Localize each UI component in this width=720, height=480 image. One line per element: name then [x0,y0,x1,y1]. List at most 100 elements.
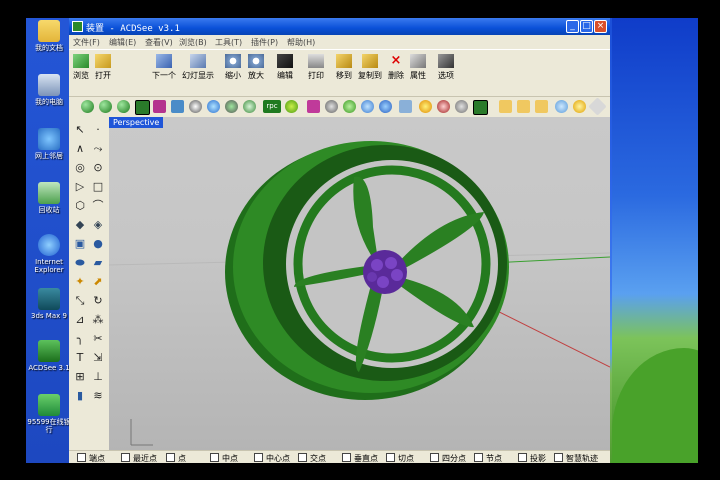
snap-checkbox[interactable] [342,453,351,462]
snap-checkbox[interactable] [518,453,527,462]
mesh-tool-icon[interactable] [455,100,468,113]
tag-tool-icon[interactable] [499,100,512,113]
desktop-icon-acdsee[interactable]: ACDSee 3.1 [26,340,72,372]
browse-button[interactable]: 浏览 [72,54,90,90]
arc-icon[interactable]: ⌒ [91,199,105,213]
snap-checkbox[interactable] [474,453,483,462]
snap-checkbox[interactable] [554,453,563,462]
copy-button[interactable]: 复制到 [357,54,383,90]
camera-tool-icon[interactable] [171,100,184,113]
snap-checkbox[interactable] [121,453,130,462]
solid-icon[interactable]: ▮ [73,389,87,403]
polygon-icon[interactable]: ⬡ [73,199,87,213]
selected-tool-icon[interactable] [135,100,150,115]
snap-icon[interactable]: ⇲ [91,351,105,365]
sun-tool-icon[interactable] [419,100,432,113]
menu-file[interactable]: 文件(F) [73,37,100,48]
move-button[interactable]: 移到 [335,54,353,90]
preview-tool-icon[interactable] [473,100,488,115]
color-tool-icon[interactable] [437,100,450,113]
sphere-icon[interactable]: ● [91,237,105,251]
surface-icon[interactable]: ◆ [73,218,87,232]
loft-icon[interactable]: ◈ [91,218,105,232]
plant-tool-icon[interactable] [343,100,356,113]
delete-button[interactable]: × 删除 [387,54,405,90]
viewport-label[interactable]: Perspective [109,117,164,128]
sphere-tool-icon[interactable] [81,100,94,113]
snap-checkbox[interactable] [166,453,175,462]
next-button[interactable]: 下一个 [151,54,177,90]
properties-button[interactable]: 属性 [409,54,427,90]
desktop-icon-3dsmax[interactable]: 3ds Max 9 [26,288,72,320]
desktop-icon-bank[interactable]: 95599在线银行 [26,394,72,434]
render-tool-icon[interactable] [117,100,130,113]
circle-icon[interactable]: ◎ [73,161,87,175]
tag2-tool-icon[interactable] [517,100,530,113]
desktop-icon-my-documents[interactable]: 我的文档 [26,20,72,52]
decal-tool-icon[interactable] [307,100,320,113]
cylinder-icon[interactable]: ⬬ [73,256,87,270]
text-icon[interactable]: T [73,351,87,365]
fillet-icon[interactable]: ╮ [73,332,87,346]
dimension-icon[interactable]: ⊥ [91,370,105,384]
zoom-out-button[interactable]: 缩小 [224,54,242,90]
desktop-icon-internet-explorer[interactable]: Internet Explorer [26,234,72,274]
globe-tool-icon[interactable] [555,100,568,113]
desktop-icon-recycle-bin[interactable]: 回收站 [26,182,72,214]
shade-tool-icon[interactable] [99,100,112,113]
menu-help[interactable]: 帮助(H) [287,37,315,48]
snap-checkbox[interactable] [77,453,86,462]
snap-checkbox[interactable] [254,453,263,462]
menu-tools[interactable]: 工具(T) [215,37,242,48]
close-button[interactable]: × [594,20,607,33]
group-icon[interactable]: ⊞ [73,370,87,384]
diamond-tool-icon[interactable] [588,97,607,116]
perspective-viewport[interactable]: Perspective [109,117,610,455]
sky-tool-icon[interactable] [207,100,220,113]
print-button[interactable]: 打印 [307,54,325,90]
water-tool-icon[interactable] [361,100,374,113]
light-tool-icon[interactable] [153,100,166,113]
analyze-icon[interactable]: ≋ [91,389,105,403]
desktop-icon-my-computer[interactable]: 我的电脑 [26,74,72,106]
star-tool-icon[interactable] [573,100,586,113]
rpc-button[interactable]: rpc [263,100,281,113]
material-tool-icon[interactable] [243,100,256,113]
tag3-tool-icon[interactable] [535,100,548,113]
extrude-icon[interactable]: ▰ [91,256,105,270]
mirror-icon[interactable]: ⊿ [73,313,87,327]
ground-tool-icon[interactable] [225,100,238,113]
curve-icon[interactable]: ⤳ [91,142,105,156]
snap-checkbox[interactable] [298,453,307,462]
trim-icon[interactable]: ✂ [91,332,105,346]
circle-center-icon[interactable]: ⊙ [91,161,105,175]
select-arrow-icon[interactable]: ↖ [73,123,87,137]
zoom-tool-icon[interactable] [399,100,412,113]
box-icon[interactable]: ▣ [73,237,87,251]
maximize-button[interactable]: □ [580,20,593,33]
rotate-icon[interactable]: ↻ [91,294,105,308]
polyline-icon[interactable]: ∧ [73,142,87,156]
open-button[interactable]: 打开 [93,54,113,90]
menu-plugins[interactable]: 插件(P) [251,37,278,48]
environment-tool-icon[interactable] [189,100,202,113]
help-tool-icon[interactable] [285,100,298,113]
menu-view[interactable]: 查看(V) [145,37,173,48]
rectangle-icon[interactable]: □ [91,180,105,194]
point-icon[interactable]: · [91,123,105,137]
glass-tool-icon[interactable] [379,100,392,113]
menu-edit[interactable]: 编辑(E) [109,37,136,48]
array-icon[interactable]: ⁂ [91,313,105,327]
minimize-button[interactable]: _ [566,20,579,33]
move-object-icon[interactable]: ⤡ [73,294,87,308]
menu-browse[interactable]: 浏览(B) [179,37,207,48]
zoom-in-button[interactable]: 放大 [247,54,265,90]
desktop-icon-network[interactable]: 网上邻居 [26,128,72,160]
options-button[interactable]: 选项 [437,54,455,90]
slideshow-button[interactable]: 幻灯显示 [182,54,214,90]
boolean-icon[interactable]: ✦ [73,275,87,289]
snap-checkbox[interactable] [386,453,395,462]
texture-tool-icon[interactable] [325,100,338,113]
snap-checkbox[interactable] [210,453,219,462]
triangle-icon[interactable]: ▷ [73,180,87,194]
